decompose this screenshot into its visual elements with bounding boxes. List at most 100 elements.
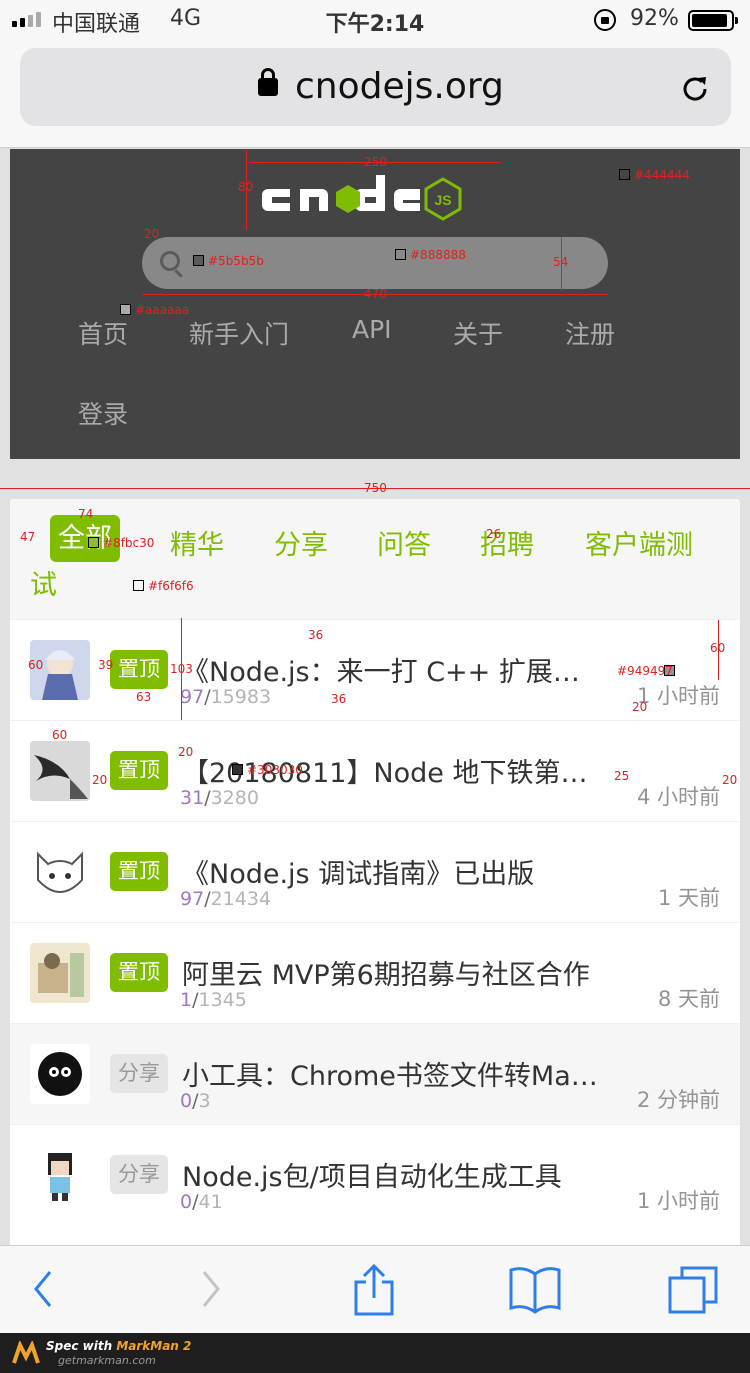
topic-row[interactable]: 置顶 【20180811】Node 地下铁第六期 31/3280 4 小时前 <box>10 720 740 822</box>
back-icon[interactable] <box>30 1264 56 1314</box>
reply-count: 31 <box>180 787 205 809</box>
topic-title[interactable]: 【20180811】Node 地下铁第六期 <box>182 751 602 790</box>
reply-count: 97 <box>180 888 205 910</box>
status-bar: 中国联通 4G 下午2:14 92% <box>0 0 750 40</box>
avatar[interactable] <box>30 1044 90 1104</box>
color-title-text: #303030 <box>247 763 303 777</box>
tab-share[interactable]: 分享 <box>274 523 328 562</box>
avatar[interactable] <box>30 943 90 1003</box>
forward-icon[interactable] <box>198 1264 224 1314</box>
topic-title[interactable]: 阿里云 MVP第6期招募与社区合作 <box>182 953 602 992</box>
measure-row-top: 36 <box>308 628 324 642</box>
pinned-badge: 置顶 <box>110 852 168 891</box>
pinned-badge: 置顶 <box>110 751 168 790</box>
last-reply-time: 2 分钟前 <box>636 1088 720 1112</box>
avatar[interactable] <box>30 1145 90 1205</box>
markman-title: Spec with MarkMan 2 <box>46 1339 191 1353</box>
address-bar[interactable]: cnodejs.org <box>20 48 731 126</box>
browser-address-area: cnodejs.org <box>0 40 750 148</box>
reply-visit-count: 0/41 <box>180 1191 223 1213</box>
color-nav-text: #aaaaaa <box>135 303 190 317</box>
color-swatch <box>395 249 406 260</box>
reply-count: 1 <box>180 989 193 1011</box>
tab-good[interactable]: 精华 <box>170 523 224 562</box>
share-icon[interactable] <box>352 1264 396 1316</box>
color-swatch <box>88 537 99 548</box>
reply-visit-count: 97/21434 <box>180 888 271 910</box>
nav-signin[interactable]: 登录 <box>78 395 128 431</box>
measure-avatar-left: 20 <box>92 773 108 787</box>
tab-dev[interactable]: 客户端测 <box>585 523 693 562</box>
color-swatch <box>232 764 243 775</box>
measure-row-bottom: 36 <box>331 692 347 706</box>
reply-visit-count: 31/3280 <box>180 787 259 809</box>
topic-title[interactable]: Node.js包/项目自动化生成工具 <box>182 1155 602 1194</box>
color-swatch <box>193 255 204 266</box>
color-search-icon: #5b5b5b <box>208 254 264 268</box>
topic-row[interactable]: 置顶 《Node.js 调试指南》已出版 97/21434 1 天前 <box>10 821 740 923</box>
visit-count: 3280 <box>210 787 259 809</box>
search-icon <box>160 251 180 271</box>
color-time-text: #949497 <box>617 664 673 678</box>
last-reply-time: 1 天前 <box>657 886 720 910</box>
visit-count: 41 <box>198 1191 223 1213</box>
share-badge: 分享 <box>110 1155 168 1194</box>
measure-avatar-width: 60 <box>52 728 68 742</box>
markman-logo <box>12 1341 40 1364</box>
topic-title[interactable]: 小工具：Chrome书签文件转Markdown <box>182 1054 602 1093</box>
measure-row-height: 103 <box>170 662 193 676</box>
measure-tab-gap: 26 <box>486 527 502 541</box>
topic-title[interactable]: 《Node.js：来一打 C++ 扩展》出版 <box>182 650 602 689</box>
markman-prefix: Spec with <box>46 1339 113 1353</box>
topic-row[interactable]: 置顶 阿里云 MVP第6期招募与社区合作 1/1345 8 天前 <box>10 922 740 1024</box>
avatar[interactable] <box>30 741 90 801</box>
color-tab-bg: #f6f6f6 <box>148 579 194 593</box>
measure-search-padding: 20 <box>144 227 160 241</box>
cnode-logo[interactable]: JS <box>250 159 500 239</box>
tab-ask[interactable]: 问答 <box>377 523 431 562</box>
tab-dev-wrap[interactable]: 试 <box>30 563 57 602</box>
share-badge: 分享 <box>110 1054 168 1093</box>
nav-api[interactable]: API <box>352 315 392 344</box>
nav-home[interactable]: 首页 <box>78 315 128 351</box>
bookmarks-icon[interactable] <box>508 1264 562 1314</box>
last-reply-time: 8 天前 <box>657 987 720 1011</box>
tab-bar: 全部 精华 分享 问答 招聘 客户端测 试 <box>10 499 740 619</box>
topic-row[interactable]: 分享 小工具：Chrome书签文件转Markdown 0/3 2 分钟前 <box>10 1023 740 1125</box>
markman-site: getmarkman.com <box>58 1354 156 1367</box>
nav-signup[interactable]: 注册 <box>565 315 615 351</box>
measure-tab-height: 47 <box>20 530 36 544</box>
visit-count: 3 <box>198 1090 211 1112</box>
markman-brand: MarkMan 2 <box>116 1339 192 1353</box>
logo-js-badge: JS <box>434 192 451 208</box>
visit-count: 15983 <box>210 686 272 708</box>
url-text[interactable]: cnodejs.org <box>295 66 504 107</box>
color-swatch <box>619 169 630 180</box>
measure-title-gap: 20 <box>178 745 194 759</box>
last-reply-time: 4 小时前 <box>636 785 720 809</box>
rotation-lock-icon <box>594 9 616 31</box>
topic-title[interactable]: 《Node.js 调试指南》已出版 <box>182 852 602 891</box>
lock-icon <box>258 68 278 96</box>
measure-time-top: 60 <box>710 641 726 655</box>
pinned-badge: 置顶 <box>110 953 168 992</box>
reply-visit-count: 1/1345 <box>180 989 247 1011</box>
topic-panel: 全部 精华 分享 问答 招聘 客户端测 试 置顶 《Node.js：来一打 C+… <box>10 499 740 1245</box>
last-reply-time: 1 小时前 <box>636 1189 720 1213</box>
reload-icon[interactable] <box>678 72 712 106</box>
last-reply-time: 1 小时前 <box>636 684 720 708</box>
color-swatch <box>120 304 131 315</box>
reply-count: 0 <box>180 1191 193 1213</box>
battery-fill <box>692 14 727 27</box>
tabs-icon[interactable] <box>666 1264 720 1316</box>
measure-time-left: 25 <box>614 769 630 783</box>
battery-icon <box>688 10 738 31</box>
measure-badge-offset: 63 <box>136 690 152 704</box>
avatar[interactable] <box>30 842 90 902</box>
color-header-bg: #444444 <box>634 168 690 182</box>
measure-search-width: 470 <box>364 287 387 301</box>
nav-getstart[interactable]: 新手入门 <box>189 315 289 351</box>
measure-right-padding: 20 <box>722 773 738 787</box>
nav-about[interactable]: 关于 <box>453 315 503 351</box>
topic-row[interactable]: 分享 Node.js包/项目自动化生成工具 0/41 1 小时前 <box>10 1124 740 1226</box>
